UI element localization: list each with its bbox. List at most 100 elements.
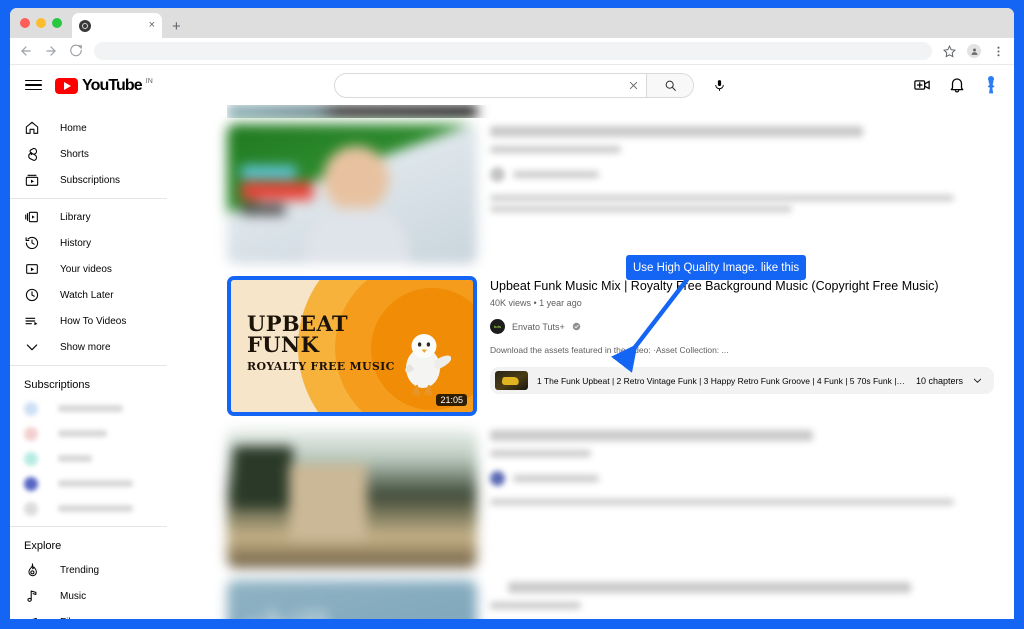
hamburger-menu-icon[interactable] (25, 79, 42, 91)
sidebar-subscription-channel[interactable] (10, 396, 167, 421)
youtube-logo[interactable]: YouTube IN (55, 77, 153, 94)
sidebar-subscription-channel[interactable] (10, 421, 167, 446)
video-row-highlighted[interactable]: UPBEAT FUNK ROYALTY FREE MUSIC 21:05 Upb… (227, 270, 994, 422)
video-stats (490, 602, 581, 609)
sidebar-subscription-channel[interactable] (10, 446, 167, 471)
channel-avatar (490, 471, 505, 486)
channel-name (58, 430, 108, 437)
sidebar-label: History (60, 237, 92, 249)
three-dot-menu-icon[interactable] (992, 45, 1005, 58)
youtube-wordmark: YouTube (82, 76, 143, 94)
shorts-icon (24, 146, 40, 162)
channel-avatar (24, 451, 38, 466)
sidebar-item-trending[interactable]: Trending (10, 557, 167, 583)
create-video-icon[interactable] (913, 76, 931, 94)
video-row[interactable] (227, 422, 994, 574)
video-row-partial[interactable] (227, 105, 994, 118)
youtube-body: Home Shorts Subscriptions Library Histor… (10, 105, 1014, 619)
close-window-button[interactable] (20, 18, 30, 28)
video-channel[interactable] (490, 471, 994, 486)
sidebar-subscription-channel[interactable] (10, 496, 167, 521)
sidebar-item-library[interactable]: Library (10, 204, 167, 230)
sidebar-label: Your videos (60, 263, 112, 275)
video-metadata (490, 580, 994, 619)
new-tab-button[interactable]: + (172, 19, 181, 34)
channel-avatar: tuts (490, 319, 505, 334)
chevron-down-icon[interactable] (972, 375, 983, 386)
music-note-icon (24, 588, 40, 604)
sidebar-label: How To Videos (60, 315, 127, 327)
channel-name[interactable]: Envato Tuts+ (512, 322, 565, 332)
dancing-chick-icon (395, 324, 451, 398)
sidebar-item-history[interactable]: History (10, 230, 167, 256)
youtube-masthead: YouTube IN (10, 65, 1014, 105)
video-description (490, 499, 954, 505)
sidebar-primary-section: Home Shorts Subscriptions (10, 110, 167, 198)
account-avatar[interactable] (983, 76, 999, 94)
sidebar-item-show-more[interactable]: Show more (10, 334, 167, 360)
trending-icon (24, 562, 40, 578)
maximize-window-button[interactable] (52, 18, 62, 28)
video-row[interactable]: chill (227, 574, 994, 619)
search-input[interactable] (335, 80, 620, 91)
thumbnail-art (227, 428, 477, 568)
video-thumbnail-upbeat-funk[interactable]: UPBEAT FUNK ROYALTY FREE MUSIC 21:05 (227, 276, 477, 416)
history-icon (24, 235, 40, 251)
notifications-bell-icon[interactable] (948, 76, 966, 94)
sidebar-explore-section: Explore Trending Music (10, 526, 167, 619)
channel-name (513, 171, 599, 178)
masthead-actions (913, 76, 999, 94)
sidebar-item-home[interactable]: Home (10, 115, 167, 141)
video-title[interactable]: Upbeat Funk Music Mix | Royalty Free Bac… (490, 278, 994, 294)
clear-search-icon[interactable] (620, 80, 646, 91)
video-thumbnail[interactable] (227, 428, 477, 568)
back-arrow-icon[interactable] (19, 44, 33, 58)
sidebar-item-subscriptions[interactable]: Subscriptions (10, 167, 167, 193)
search-input-value (346, 80, 349, 91)
sidebar-subscriptions-section: Subscriptions (10, 365, 167, 526)
minimize-window-button[interactable] (36, 18, 46, 28)
sidebar-label: Music (60, 590, 87, 602)
sidebar-label: Trending (60, 564, 100, 576)
sidebar-item-your-videos[interactable]: Your videos (10, 256, 167, 282)
video-channel[interactable]: tuts Envato Tuts+ (490, 319, 994, 334)
thumbnail-art: chill (227, 580, 477, 619)
youtube-page: YouTube IN Home Shorts Subscriptions Lib… (10, 65, 1014, 619)
chapter-list: 1 The Funk Upbeat | 2 Retro Vintage Funk… (537, 375, 907, 386)
profile-icon[interactable] (967, 44, 981, 58)
chapter-thumbnail (495, 371, 528, 390)
forward-arrow-icon[interactable] (44, 44, 58, 58)
reload-icon[interactable] (69, 44, 83, 58)
search-bar[interactable] (334, 72, 695, 98)
thumbnail-art: UPBEAT FUNK ROYALTY FREE MUSIC 21:05 (231, 280, 473, 412)
library-icon (24, 209, 40, 225)
sidebar-item-music[interactable]: Music (10, 583, 167, 609)
toolbar-right-actions (943, 44, 1005, 58)
video-description (490, 195, 954, 201)
sidebar-subscription-channel[interactable] (10, 471, 167, 496)
voice-search-icon[interactable] (707, 73, 731, 97)
sidebar-item-films[interactable]: Fil (10, 609, 167, 619)
search-button[interactable] (646, 73, 694, 97)
video-channel[interactable] (490, 167, 994, 182)
sidebar-section-title: Subscriptions (24, 379, 91, 391)
browser-tab[interactable]: × (72, 13, 162, 38)
address-bar[interactable] (94, 42, 932, 60)
screenshot-blue-frame: × + YouTube IN Home Shorts Subscriptions… (0, 0, 1024, 629)
close-icon[interactable]: × (149, 20, 155, 31)
chapters-row[interactable]: 1 The Funk Upbeat | 2 Retro Vintage Funk… (490, 367, 994, 394)
browser-toolbar (10, 38, 1014, 65)
star-icon[interactable] (943, 44, 956, 58)
youtube-favicon (79, 19, 91, 32)
youtube-play-icon (55, 77, 78, 94)
video-thumbnail[interactable] (227, 124, 477, 264)
sidebar-item-how-to-videos[interactable]: How To Videos (10, 308, 167, 334)
sidebar-item-watch-later[interactable]: Watch Later (10, 282, 167, 308)
sidebar-label: Show more (60, 341, 111, 353)
annotation-callout: Use High Quality Image. like this (626, 255, 807, 280)
video-metadata: Upbeat Funk Music Mix | Royalty Free Bac… (490, 276, 994, 416)
video-thumbnail[interactable]: chill (227, 580, 477, 619)
video-row[interactable] (227, 118, 994, 270)
sidebar-item-shorts[interactable]: Shorts (10, 141, 167, 167)
video-thumbnail[interactable] (227, 105, 477, 118)
